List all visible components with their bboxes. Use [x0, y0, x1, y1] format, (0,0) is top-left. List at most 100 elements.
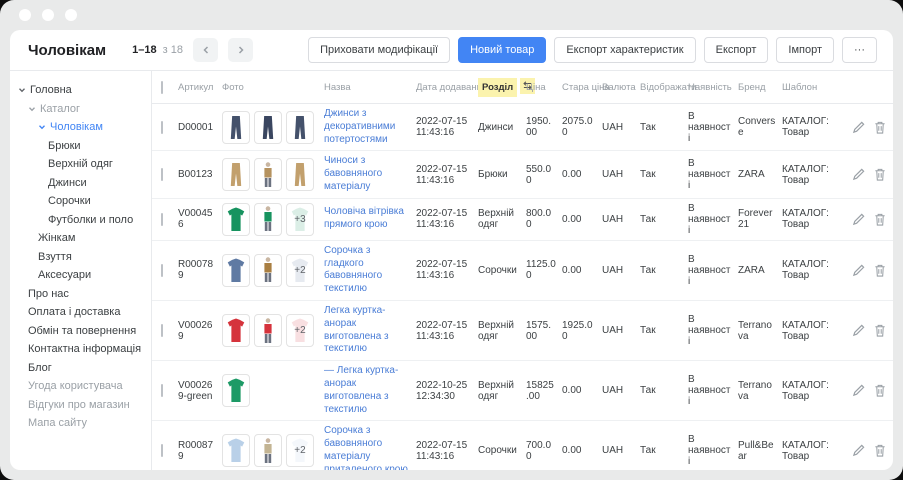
product-name-link[interactable]: — Легка куртка-анорак виготовлена з текс…: [324, 365, 410, 416]
column-header[interactable]: Бренд: [738, 82, 782, 93]
product-photo-thumbnail[interactable]: [222, 203, 250, 236]
product-photo-thumbnail[interactable]: [222, 158, 250, 191]
sidebar-item-джинси[interactable]: Джинси: [10, 174, 151, 193]
edit-product-button[interactable]: [852, 324, 865, 337]
more-photos-count: +3: [287, 204, 313, 235]
sidebar-item-відгуки-про-магазин[interactable]: Відгуки про магазин: [10, 396, 151, 415]
column-header-sorted[interactable]: Розділ: [478, 78, 526, 97]
sidebar-item-мапа-сайту[interactable]: Мапа сайту: [10, 414, 151, 433]
sidebar-item-сорочки[interactable]: Сорочки: [10, 192, 151, 211]
row-checkbox[interactable]: [161, 324, 163, 337]
sidebar-item-каталог[interactable]: Каталог: [10, 100, 151, 119]
export-characteristics-button[interactable]: Експорт характеристик: [554, 37, 695, 63]
product-name-link[interactable]: Чоловіча вітрівка прямого крою: [324, 206, 410, 232]
date-added-cell: 2022-07-15 11:43:16: [416, 320, 478, 342]
product-photo-thumbnail[interactable]: [286, 158, 314, 191]
window-control-dot[interactable]: [19, 9, 31, 21]
row-checkbox[interactable]: [161, 121, 163, 134]
sidebar-item-label: Відгуки про магазин: [28, 400, 130, 411]
sidebar-item-label: Про нас: [28, 289, 69, 300]
sidebar-item-брюки[interactable]: Брюки: [10, 137, 151, 156]
sidebar-item-футболки-и-поло[interactable]: Футболки и поло: [10, 211, 151, 230]
sidebar-item-жінкам[interactable]: Жінкам: [10, 229, 151, 248]
delete-product-button[interactable]: [874, 264, 886, 277]
column-header[interactable]: Фото: [222, 82, 324, 93]
row-checkbox[interactable]: [161, 264, 163, 277]
window-control-dot[interactable]: [42, 9, 54, 21]
sidebar-item-блог[interactable]: Блог: [10, 359, 151, 378]
product-photo-thumbnail[interactable]: [254, 254, 282, 287]
delete-product-button[interactable]: [874, 384, 886, 397]
column-header[interactable]: Стара ціна: [562, 82, 602, 93]
product-photo-thumbnail[interactable]: [222, 314, 250, 347]
product-photo-thumbnail[interactable]: [222, 254, 250, 287]
new-product-button[interactable]: Новий товар: [458, 37, 546, 63]
delete-product-button[interactable]: [874, 324, 886, 337]
column-header[interactable]: Ціна: [526, 82, 562, 93]
sidebar-item-контактна-інформація[interactable]: Контактна інформація: [10, 340, 151, 359]
pants-photo: [292, 115, 308, 140]
column-header[interactable]: Валюта: [602, 82, 640, 93]
export-button[interactable]: Експорт: [704, 37, 769, 63]
sidebar-item-чоловікам[interactable]: Чоловікам: [10, 118, 151, 137]
edit-product-button[interactable]: [852, 213, 865, 226]
section-cell: Верхній одяг: [478, 380, 526, 402]
column-header[interactable]: Назва: [324, 82, 416, 93]
column-header[interactable]: Артикул: [178, 82, 222, 93]
row-checkbox[interactable]: [161, 213, 163, 226]
product-photo-thumbnail[interactable]: [222, 374, 250, 407]
edit-product-button[interactable]: [852, 168, 865, 181]
product-photo-thumbnail[interactable]: [222, 434, 250, 467]
photos-cell: [222, 111, 324, 144]
row-checkbox[interactable]: [161, 444, 163, 457]
edit-product-button[interactable]: [852, 444, 865, 457]
sidebar-item-аксесуари[interactable]: Аксесуари: [10, 266, 151, 285]
prev-page-button[interactable]: [193, 38, 218, 62]
sidebar-item-взуття[interactable]: Взуття: [10, 248, 151, 267]
product-name-link[interactable]: Сорочка з бавовняного матеріалу притален…: [324, 425, 410, 470]
product-name-link[interactable]: Сорочка з гладкого бавовняного текстилю: [324, 245, 410, 296]
row-checkbox[interactable]: [161, 168, 163, 181]
hide-modifications-button[interactable]: Приховати модифікації: [308, 37, 450, 63]
sidebar-item-верхній-одяг[interactable]: Верхній одяг: [10, 155, 151, 174]
sidebar-item-угода-користувача[interactable]: Угода користувача: [10, 377, 151, 396]
column-header[interactable]: Дата додавання: [416, 82, 478, 93]
delete-product-button[interactable]: [874, 121, 886, 134]
import-button[interactable]: Імпорт: [776, 37, 834, 63]
more-photos-thumbnail[interactable]: +2: [286, 434, 314, 467]
more-actions-button[interactable]: ···: [842, 37, 877, 63]
product-photo-thumbnail[interactable]: [286, 111, 314, 144]
table-row: R000789+2Сорочка з гладкого бавовняного …: [152, 241, 893, 301]
more-photos-thumbnail[interactable]: +3: [286, 203, 314, 236]
template-cell: КАТАЛОГ: Товар: [782, 380, 848, 402]
sidebar-item-обмін-та-повернення[interactable]: Обмін та повернення: [10, 322, 151, 341]
select-all-checkbox[interactable]: [161, 81, 163, 94]
more-photos-thumbnail[interactable]: +2: [286, 314, 314, 347]
product-photo-thumbnail[interactable]: [254, 158, 282, 191]
product-photo-thumbnail[interactable]: [254, 111, 282, 144]
product-photo-thumbnail[interactable]: [254, 203, 282, 236]
more-photos-thumbnail[interactable]: +2: [286, 254, 314, 287]
product-photo-thumbnail[interactable]: [254, 434, 282, 467]
product-photo-thumbnail[interactable]: [222, 111, 250, 144]
product-name-link[interactable]: Легка куртка-анорак виготовлена з тексти…: [324, 305, 410, 356]
column-header[interactable]: Шаблон: [782, 82, 848, 93]
product-name-link[interactable]: Джинси з декоративними потертостями: [324, 108, 410, 146]
sidebar-item-оплата-і-доставка[interactable]: Оплата і доставка: [10, 303, 151, 322]
product-name-link[interactable]: Чиноси з бавовняного матеріалу: [324, 155, 410, 193]
sidebar-item-головна[interactable]: Головна: [10, 81, 151, 100]
edit-product-button[interactable]: [852, 121, 865, 134]
next-page-button[interactable]: [228, 38, 253, 62]
sidebar-item-про-нас[interactable]: Про нас: [10, 285, 151, 304]
window-control-dot[interactable]: [65, 9, 77, 21]
price-cell: 15825.00: [526, 380, 562, 402]
row-checkbox[interactable]: [161, 384, 163, 397]
column-header[interactable]: Відображати: [640, 82, 688, 93]
edit-product-button[interactable]: [852, 384, 865, 397]
delete-product-button[interactable]: [874, 168, 886, 181]
delete-product-button[interactable]: [874, 444, 886, 457]
column-header[interactable]: Наявність: [688, 82, 738, 93]
edit-product-button[interactable]: [852, 264, 865, 277]
product-photo-thumbnail[interactable]: [254, 314, 282, 347]
delete-product-button[interactable]: [874, 213, 886, 226]
